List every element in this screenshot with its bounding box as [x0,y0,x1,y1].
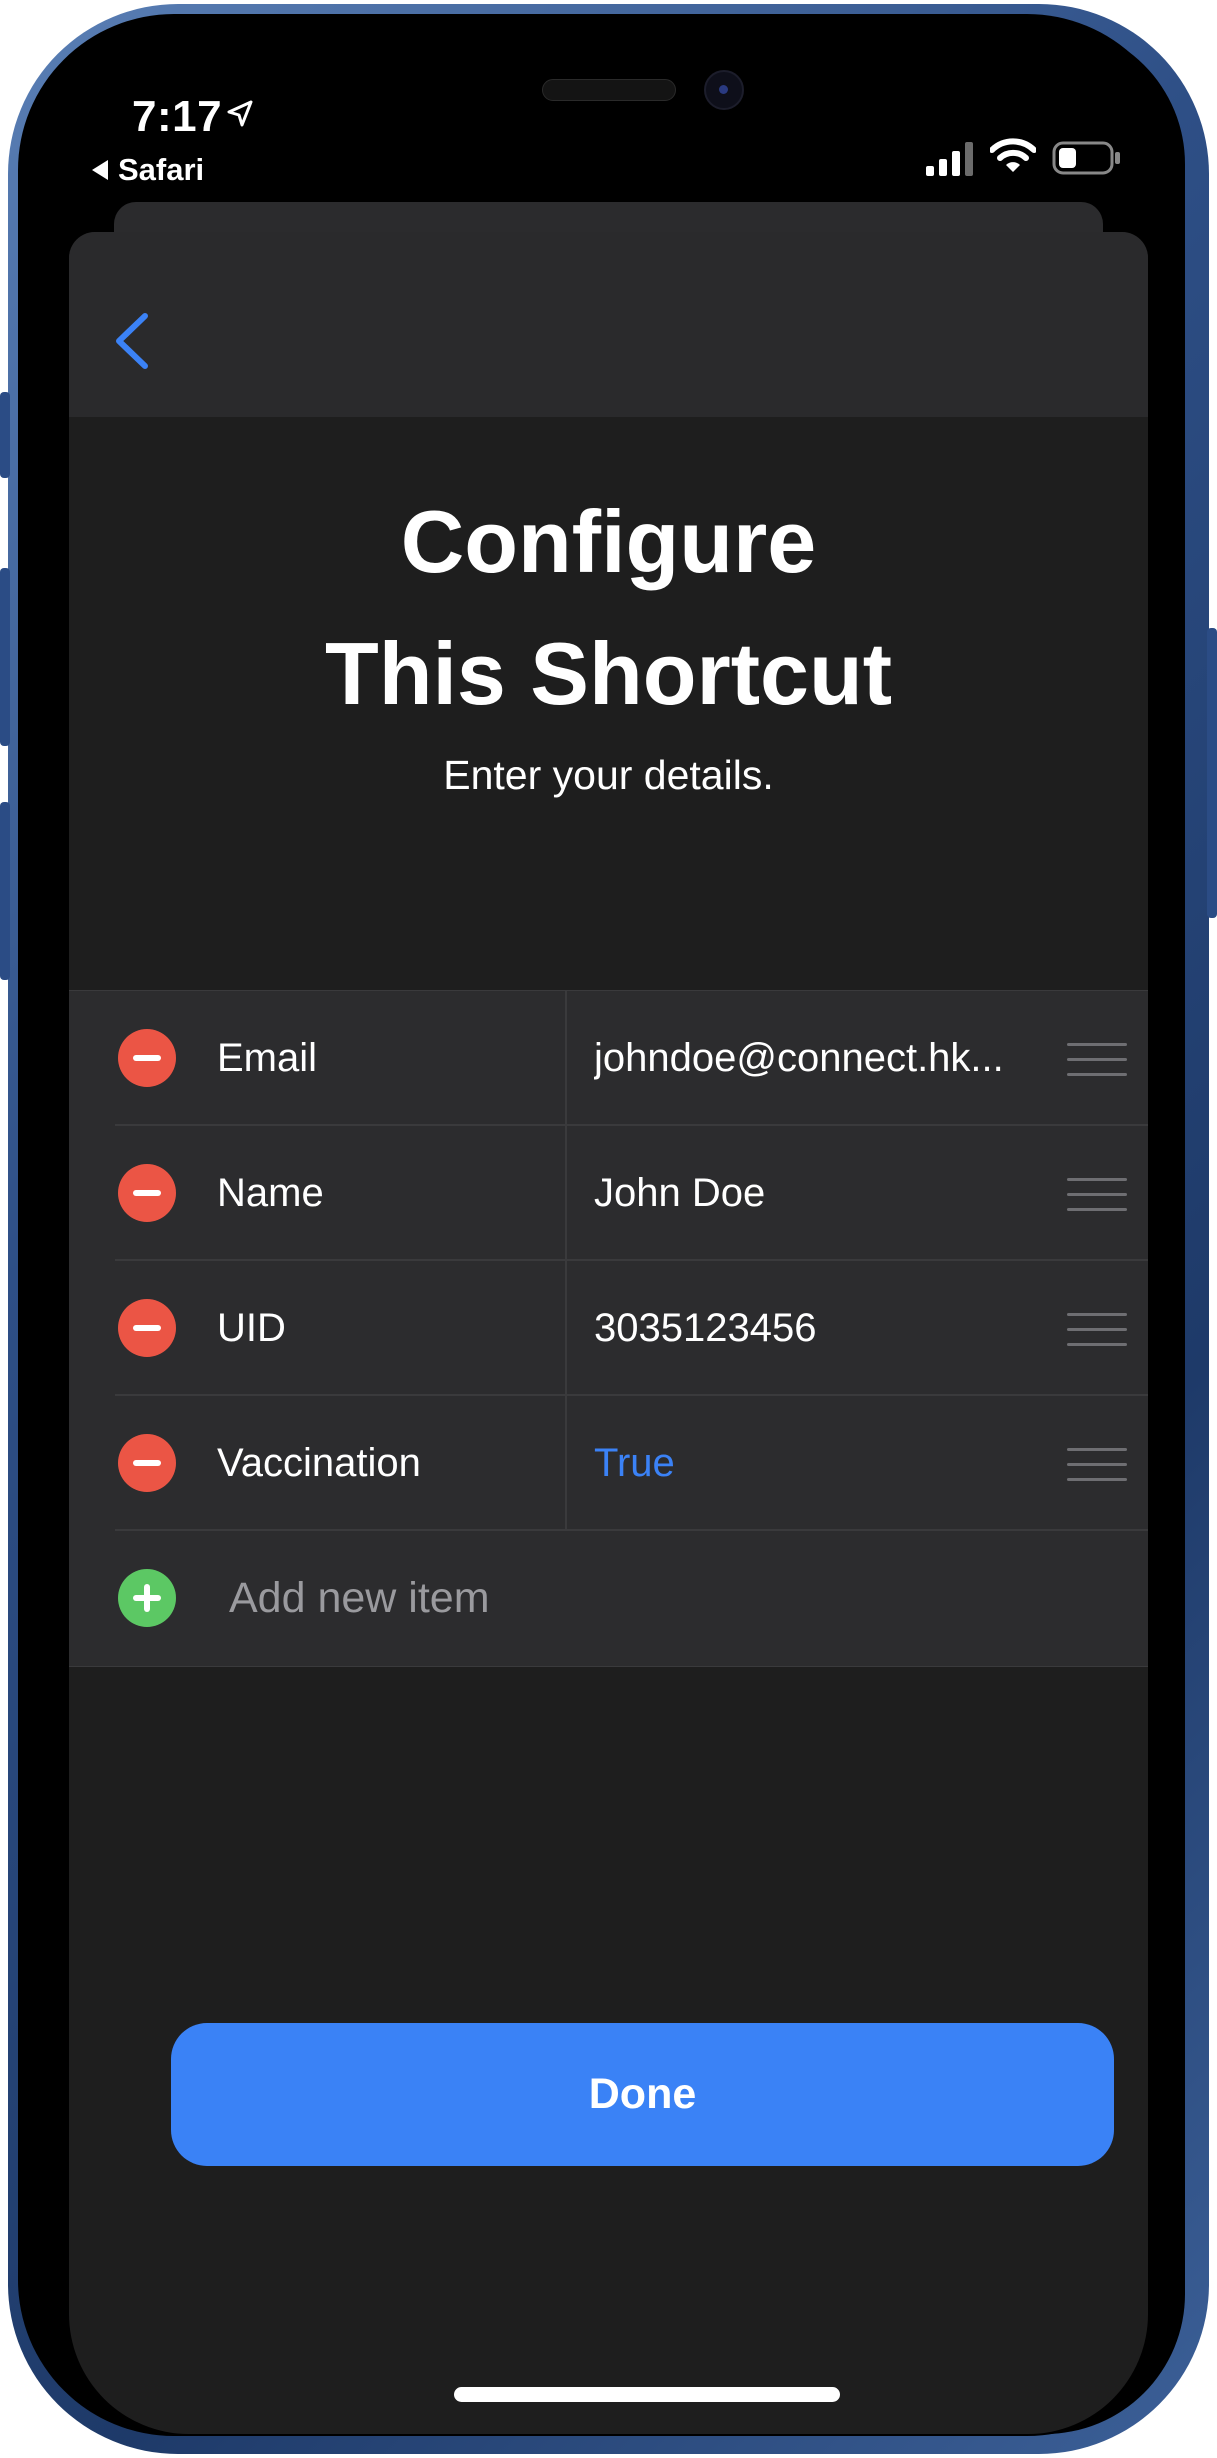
item-key[interactable]: Name [217,1126,324,1261]
volume-down-button [0,802,10,980]
done-button[interactable]: Done [171,2023,1114,2166]
silent-switch [0,392,10,478]
column-divider [565,1396,567,1531]
back-app-label: Safari [118,152,205,187]
home-indicator[interactable] [454,2387,840,2402]
volume-up-button [0,568,10,746]
remove-item-button[interactable] [118,1299,176,1357]
remove-item-button[interactable] [118,1434,176,1492]
add-new-item-row[interactable]: Add new item [69,1531,1148,1666]
phone-device: 7:17 Safari Configure This Shortcut Ente… [0,0,1217,2458]
item-value-email[interactable]: johndoe@connect.hk... [594,991,1034,1126]
back-chevron-icon[interactable] [111,310,151,372]
configure-sheet: Configure This Shortcut Enter your detai… [69,232,1148,2434]
details-list: Email johndoe@connect.hk... Name John Do… [69,990,1148,1667]
location-arrow-icon [227,100,253,127]
earpiece-speaker [542,79,676,101]
remove-item-button[interactable] [118,1164,176,1222]
reorder-handle-icon[interactable] [1067,1176,1127,1212]
front-camera [704,70,744,110]
column-divider [565,1126,567,1261]
add-new-item-label: Add new item [229,1574,490,1622]
page-subtitle: Enter your details. [443,752,774,798]
nav-bar [69,232,1148,417]
reorder-handle-icon[interactable] [1067,1311,1127,1347]
back-to-app-link[interactable]: Safari [92,152,204,188]
screen: 7:17 Safari Configure This Shortcut Ente… [32,24,1185,2434]
reorder-handle-icon[interactable] [1067,1446,1127,1482]
list-item: Name John Doe [69,1126,1148,1261]
page-title: Configure This Shortcut [324,492,893,723]
column-divider [565,1261,567,1396]
column-divider [565,991,567,1126]
cellular-signal-icon [926,142,973,176]
item-key[interactable]: Vaccination [217,1396,421,1531]
item-key[interactable]: Email [217,991,317,1126]
item-key[interactable]: UID [217,1261,286,1396]
list-item: Vaccination True [69,1396,1148,1531]
item-value-name[interactable]: John Doe [594,1126,1034,1261]
item-value-uid[interactable]: 3035123456 [594,1261,1034,1396]
power-button [1207,628,1217,918]
wifi-icon [990,138,1036,172]
battery-icon [1052,141,1120,175]
back-triangle-icon [92,160,108,180]
add-item-plus-icon[interactable] [118,1569,176,1627]
list-item: Email johndoe@connect.hk... [69,991,1148,1126]
item-value-vaccination[interactable]: True [594,1396,1034,1531]
status-time: 7:17 [132,92,223,141]
list-item: UID 3035123456 [69,1261,1148,1396]
remove-item-button[interactable] [118,1029,176,1087]
reorder-handle-icon[interactable] [1067,1041,1127,1077]
